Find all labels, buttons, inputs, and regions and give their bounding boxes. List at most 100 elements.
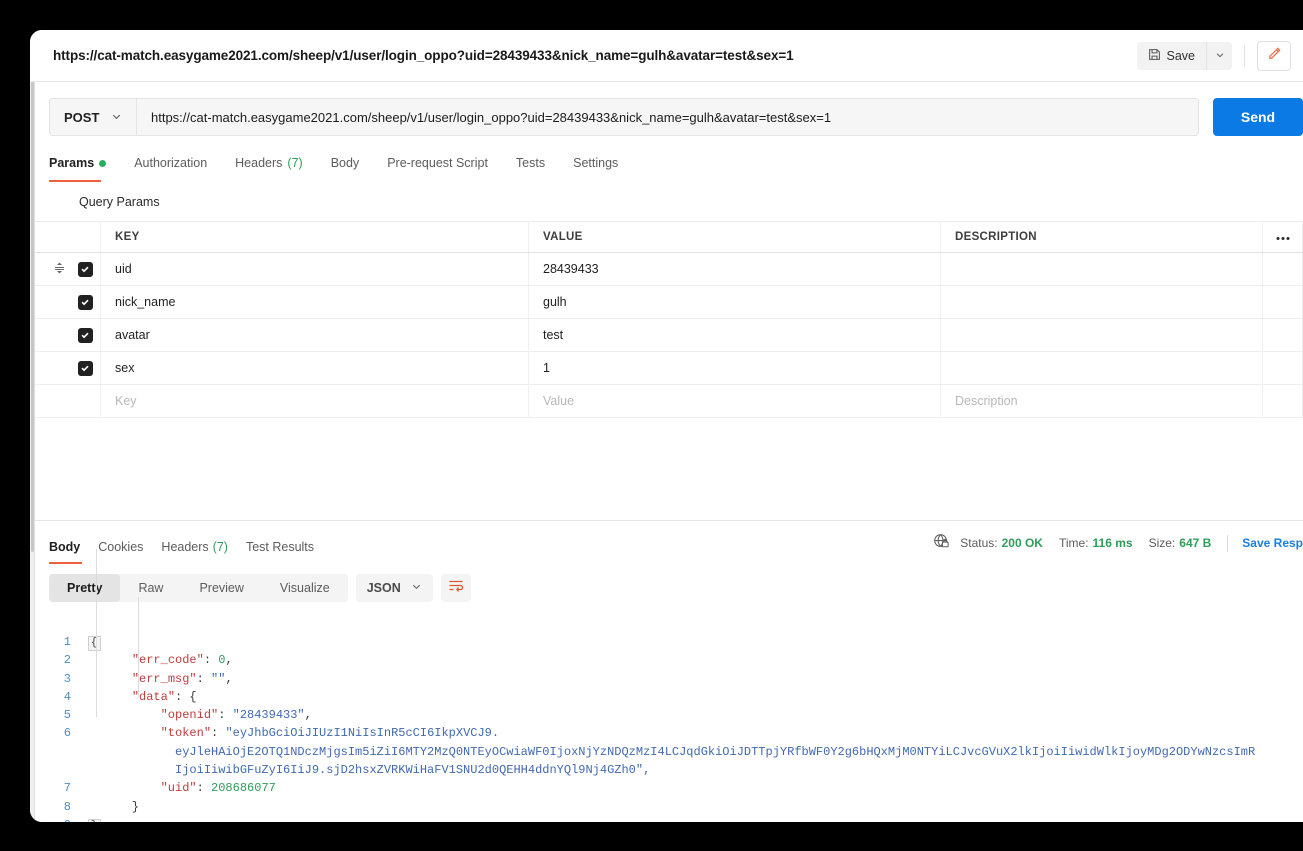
row-value[interactable]: 1 xyxy=(528,352,940,384)
save-button[interactable]: Save xyxy=(1136,42,1206,70)
status-value: 200 OK xyxy=(1001,536,1043,550)
view-mode-raw[interactable]: Raw xyxy=(120,574,181,602)
edit-request-button[interactable] xyxy=(1257,41,1291,71)
line-number: 6 xyxy=(63,726,71,741)
row-description[interactable] xyxy=(940,253,1262,285)
line-number: 7 xyxy=(63,781,71,796)
row-checkbox[interactable] xyxy=(70,253,100,285)
code-text: "data": { xyxy=(131,689,197,704)
handle-column-header xyxy=(35,222,70,252)
row-menu[interactable] xyxy=(1262,319,1302,351)
view-mode-preview[interactable]: Preview xyxy=(181,574,261,602)
row-menu[interactable] xyxy=(1262,352,1302,384)
scrollbar-thumb[interactable] xyxy=(31,82,34,552)
column-header-value: VALUE xyxy=(528,222,940,252)
tab-headers[interactable]: Headers (7) xyxy=(221,149,317,177)
response-tab-test-results[interactable]: Test Results xyxy=(246,534,332,560)
row-key[interactable]: nick_name xyxy=(100,286,528,318)
row-drag-handle[interactable] xyxy=(35,253,70,285)
tab-authorization-label: Authorization xyxy=(134,156,208,170)
new-key-input[interactable]: Key xyxy=(100,385,528,417)
code-text: "token": "eyJhbGciOiJIUzI1NiIsInR5cCI6Ik… xyxy=(160,726,500,741)
send-button[interactable]: Send xyxy=(1213,98,1303,136)
tab-body[interactable]: Body xyxy=(317,149,374,177)
row-value[interactable]: gulh xyxy=(528,286,940,318)
line-number: 4 xyxy=(63,689,71,704)
row-menu[interactable] xyxy=(1262,385,1302,417)
row-key[interactable]: uid xyxy=(100,253,528,285)
row-key[interactable]: avatar xyxy=(100,319,528,351)
new-value-input[interactable]: Value xyxy=(528,385,940,417)
view-mode-pretty[interactable]: Pretty xyxy=(49,574,121,602)
tab-bar: https://cat-match.easygame2021.com/sheep… xyxy=(30,30,1303,82)
table-row[interactable]: nick_name gulh xyxy=(30,286,1303,319)
checkbox-checked-icon xyxy=(77,360,93,376)
bulk-edit-button[interactable] xyxy=(1262,222,1302,252)
response-format-select[interactable]: JSON xyxy=(355,574,433,602)
new-description-input[interactable]: Description xyxy=(940,385,1262,417)
row-description[interactable] xyxy=(940,352,1262,384)
code-line-continuation: eyJleHAiOjE2OTQ1NDczMjgsIm5iZiI6MTY2MzQ0… xyxy=(35,743,1303,761)
save-options-dropdown[interactable] xyxy=(1206,42,1232,70)
row-menu[interactable] xyxy=(1262,253,1302,285)
row-value[interactable]: 28439433 xyxy=(528,253,940,285)
request-tabs: Params Authorization Headers (7) Body Pr… xyxy=(49,149,1303,182)
active-tab-underline xyxy=(49,180,101,182)
row-checkbox[interactable] xyxy=(70,319,100,351)
http-method-select[interactable]: POST xyxy=(49,98,136,136)
line-number xyxy=(35,761,85,779)
row-value[interactable]: test xyxy=(528,319,940,351)
url-input[interactable]: https://cat-match.easygame2021.com/sheep… xyxy=(136,98,1199,136)
view-mode-visualize[interactable]: Visualize xyxy=(262,574,348,602)
table-row[interactable]: uid 28439433 xyxy=(30,253,1303,286)
row-drag-handle[interactable] xyxy=(35,286,70,318)
active-tab-title[interactable]: https://cat-match.easygame2021.com/sheep… xyxy=(53,48,794,63)
word-wrap-icon xyxy=(448,579,464,598)
row-checkbox[interactable] xyxy=(70,286,100,318)
view-mode-group: Pretty Raw Preview Visualize xyxy=(49,574,348,602)
column-header-key: KEY xyxy=(100,222,528,252)
table-row[interactable]: sex 1 xyxy=(30,352,1303,385)
tab-settings-label: Settings xyxy=(573,156,619,170)
checkbox-checked-icon xyxy=(77,327,93,343)
row-menu[interactable] xyxy=(1262,286,1302,318)
time-group: Time: 116 ms xyxy=(1059,536,1133,550)
response-viewer-controls: Pretty Raw Preview Visualize JSON xyxy=(49,574,1303,602)
tab-headers-label: Headers xyxy=(235,156,283,170)
row-description[interactable] xyxy=(940,286,1262,318)
save-response-button[interactable]: Save Resp xyxy=(1242,536,1303,550)
time-value: 116 ms xyxy=(1092,536,1133,550)
tab-params[interactable]: Params xyxy=(49,149,120,177)
size-group: Size: 647 B xyxy=(1149,536,1212,550)
active-response-tab-underline xyxy=(49,562,82,564)
row-description[interactable] xyxy=(940,319,1262,351)
code-line: 3 "err_msg": "", xyxy=(35,670,1303,688)
code-line-continuation: IjoiIiwibGFuZyI6IiJ9.sjD2hsxZVRKWiHaFV1S… xyxy=(35,761,1303,779)
row-checkbox[interactable] xyxy=(70,385,100,417)
code-line: 5 "openid": "28439433", xyxy=(35,706,1303,724)
response-tab-headers[interactable]: Headers (7) xyxy=(161,534,246,560)
response-tab-cookies[interactable]: Cookies xyxy=(98,534,161,560)
response-body-viewer[interactable]: 1 { 2 "err_code": 0, 3 "err_msg": "", 4 xyxy=(35,621,1303,822)
tab-tests[interactable]: Tests xyxy=(502,149,559,177)
ellipsis-icon xyxy=(1275,230,1291,244)
row-drag-handle[interactable] xyxy=(35,352,70,384)
row-checkbox[interactable] xyxy=(70,352,100,384)
tab-authorization[interactable]: Authorization xyxy=(120,149,221,177)
fold-marker[interactable]: } xyxy=(85,816,103,822)
code-line: 4 "data": { xyxy=(35,688,1303,706)
code-text: IjoiIiwibGFuZyI6IiJ9.sjD2hsxZVRKWiHaFV1S… xyxy=(103,763,651,778)
row-key[interactable]: sex xyxy=(100,352,528,384)
table-row[interactable]: avatar test xyxy=(30,319,1303,352)
word-wrap-toggle[interactable] xyxy=(440,574,471,602)
tab-pre-request-script[interactable]: Pre-request Script xyxy=(373,149,502,177)
response-tab-body[interactable]: Body xyxy=(49,534,98,560)
fold-marker[interactable]: { xyxy=(85,633,103,651)
response-tab-body-label: Body xyxy=(49,540,81,554)
tab-settings[interactable]: Settings xyxy=(559,149,632,177)
row-drag-handle[interactable] xyxy=(35,319,70,351)
status-label: Status: xyxy=(960,536,998,550)
time-label: Time: xyxy=(1058,536,1089,550)
code-line: 2 "err_code": 0, xyxy=(35,651,1303,669)
table-row-placeholder[interactable]: Key Value Description xyxy=(30,385,1303,418)
